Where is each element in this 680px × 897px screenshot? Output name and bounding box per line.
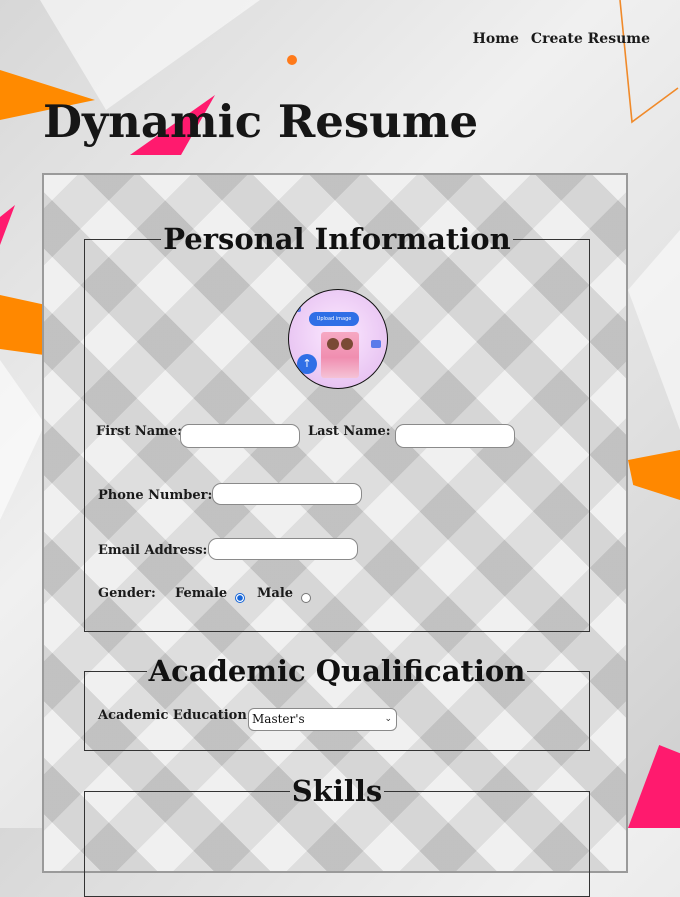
background-shape — [0, 360, 45, 520]
nav-home-link[interactable]: Home — [473, 31, 519, 47]
page-title: Dynamic Resume — [43, 95, 479, 148]
chevron-down-icon: ⌄ — [384, 714, 392, 724]
academic-education-value: Master's — [252, 712, 305, 726]
email-address-input[interactable] — [208, 538, 358, 560]
personal-information-legend: Personal Information — [163, 222, 511, 256]
skills-section: Skills — [84, 777, 590, 897]
background-shape — [0, 205, 15, 245]
email-address-label: Email Address: — [98, 543, 208, 558]
academic-qualification-section: Academic Qualification — [84, 657, 590, 751]
image-chip-icon — [371, 340, 381, 348]
background-shape — [628, 230, 680, 430]
gender-female-radio[interactable] — [235, 593, 245, 603]
first-name-label: First Name: — [96, 424, 182, 439]
last-name-input[interactable] — [395, 424, 515, 448]
image-chip-icon — [291, 304, 301, 312]
upload-icon: ↑ — [297, 354, 317, 374]
nav-create-resume-link[interactable]: Create Resume — [531, 31, 650, 47]
last-name-label: Last Name: — [308, 424, 391, 439]
phone-number-input[interactable] — [212, 483, 362, 505]
academic-education-select[interactable]: Master's ⌄ — [248, 708, 397, 731]
gender-female-label: Female — [175, 586, 228, 601]
upload-image-label: Upload image — [309, 312, 359, 326]
academic-qualification-legend: Academic Qualification — [148, 654, 526, 688]
profile-photo-preview — [321, 332, 359, 378]
profile-image-upload[interactable]: Upload image ↑ — [288, 289, 388, 389]
background-shape — [628, 450, 680, 500]
resume-form: Personal Information Upload image ↑ Firs… — [42, 173, 628, 897]
academic-education-label: Academic Education: — [98, 708, 252, 723]
gender-male-radio[interactable] — [301, 593, 311, 603]
background-dot — [287, 55, 297, 65]
background-line — [619, 0, 679, 124]
top-nav: Home Create Resume — [473, 31, 650, 47]
phone-number-label: Phone Number: — [98, 488, 213, 503]
skills-legend: Skills — [291, 774, 383, 808]
background-shape — [628, 745, 680, 828]
first-name-input[interactable] — [180, 424, 300, 448]
gender-male-label: Male — [257, 586, 294, 601]
gender-label: Gender: — [98, 586, 156, 601]
